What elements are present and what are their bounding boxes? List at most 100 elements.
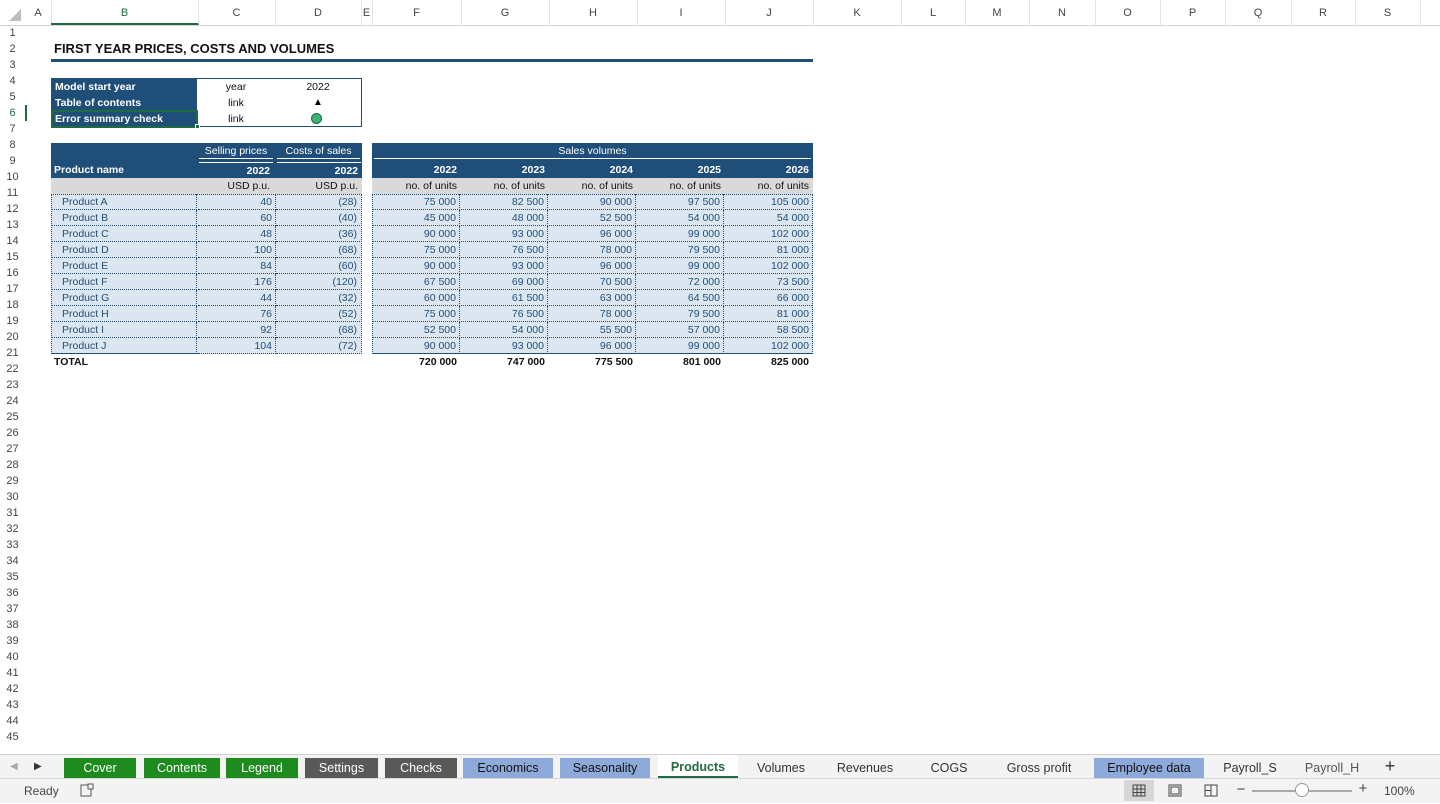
sheet-tab-payroll-h[interactable]: Payroll_H: [1292, 758, 1372, 778]
scroll-tabs-left-icon[interactable]: ◀: [10, 759, 24, 775]
cost-of-sales-cell[interactable]: (32): [276, 290, 360, 306]
sales-volume-cell[interactable]: 79 500: [637, 242, 724, 258]
selling-price-cell[interactable]: 84: [198, 258, 276, 274]
sales-volume-cell[interactable]: 96 000: [549, 226, 636, 242]
row-header-31[interactable]: 31: [0, 505, 25, 521]
product-name-cell[interactable]: Product I: [52, 322, 197, 338]
sheet-tab-settings[interactable]: Settings: [305, 758, 378, 778]
sales-volume-cell[interactable]: 102 000: [725, 258, 812, 274]
sales-volume-cell[interactable]: 69 000: [461, 274, 548, 290]
zoom-slider-thumb[interactable]: [1295, 783, 1309, 797]
sales-volume-cell[interactable]: 96 000: [549, 258, 636, 274]
selling-price-cell[interactable]: 92: [198, 322, 276, 338]
selling-price-cell[interactable]: 104: [198, 338, 276, 354]
row-header-7[interactable]: 7: [0, 121, 25, 137]
sheet-tab-contents[interactable]: Contents: [144, 758, 220, 778]
cost-of-sales-cell[interactable]: (36): [276, 226, 360, 242]
row-header-26[interactable]: 26: [0, 425, 25, 441]
product-name-cell[interactable]: Product E: [52, 258, 197, 274]
column-header-b[interactable]: B: [51, 0, 199, 25]
product-name-cell[interactable]: Product B: [52, 210, 197, 226]
row-header-6[interactable]: 6: [0, 105, 27, 121]
sales-volume-cell[interactable]: 63 000: [549, 290, 636, 306]
sales-volume-cell[interactable]: 96 000: [549, 338, 636, 354]
product-name-cell[interactable]: Product C: [52, 226, 197, 242]
row-header-2[interactable]: 2: [0, 41, 25, 57]
cost-of-sales-cell[interactable]: (60): [276, 258, 360, 274]
selling-price-cell[interactable]: 100: [198, 242, 276, 258]
sales-volume-cell[interactable]: 54 000: [725, 210, 812, 226]
sales-volume-cell[interactable]: 90 000: [373, 258, 460, 274]
column-header-a[interactable]: A: [25, 0, 52, 25]
sales-volume-cell[interactable]: 66 000: [725, 290, 812, 306]
column-header-q[interactable]: Q: [1225, 0, 1292, 25]
sales-volume-cell[interactable]: 81 000: [725, 242, 812, 258]
row-header-12[interactable]: 12: [0, 201, 25, 217]
selling-price-cell[interactable]: 60: [198, 210, 276, 226]
sheet-tab-products[interactable]: Products: [658, 755, 738, 778]
sheet-tab-seasonality[interactable]: Seasonality: [560, 758, 650, 778]
sheet-tab-employee-data[interactable]: Employee data: [1094, 758, 1204, 778]
row-header-41[interactable]: 41: [0, 665, 25, 681]
sheet-tab-economics[interactable]: Economics: [463, 758, 553, 778]
sales-volume-cell[interactable]: 73 500: [725, 274, 812, 290]
sales-volume-cell[interactable]: 75 000: [373, 242, 460, 258]
sales-volume-cell[interactable]: 99 000: [637, 258, 724, 274]
selling-price-cell[interactable]: 44: [198, 290, 276, 306]
selling-price-cell[interactable]: 76: [198, 306, 276, 322]
sheet-tab-gross-profit[interactable]: Gross profit: [988, 758, 1090, 778]
row-header-21[interactable]: 21: [0, 345, 25, 361]
sales-volume-cell[interactable]: 55 500: [549, 322, 636, 338]
row-header-30[interactable]: 30: [0, 489, 25, 505]
product-name-cell[interactable]: Product A: [52, 194, 197, 210]
sales-volume-cell[interactable]: 93 000: [461, 338, 548, 354]
row-header-3[interactable]: 3: [0, 57, 25, 73]
row-header-9[interactable]: 9: [0, 153, 25, 169]
sales-volume-cell[interactable]: 90 000: [549, 194, 636, 210]
column-header-s[interactable]: S: [1355, 0, 1421, 25]
sales-volume-cell[interactable]: 60 000: [373, 290, 460, 306]
sales-volume-cell[interactable]: 82 500: [461, 194, 548, 210]
row-header-4[interactable]: 4: [0, 73, 25, 89]
column-header-p[interactable]: P: [1160, 0, 1226, 25]
page-break-view-icon[interactable]: [1196, 780, 1226, 801]
scroll-tabs-right-icon[interactable]: ▶: [34, 759, 48, 775]
row-header-10[interactable]: 10: [0, 169, 25, 185]
selling-price-cell[interactable]: 48: [198, 226, 276, 242]
row-header-5[interactable]: 5: [0, 89, 25, 105]
sheet-tab-payroll-s[interactable]: Payroll_S: [1206, 758, 1294, 778]
sales-volume-cell[interactable]: 93 000: [461, 226, 548, 242]
row-header-33[interactable]: 33: [0, 537, 25, 553]
sales-volume-cell[interactable]: 75 000: [373, 194, 460, 210]
column-header-o[interactable]: O: [1095, 0, 1161, 25]
cost-of-sales-cell[interactable]: (120): [276, 274, 360, 290]
sales-volume-cell[interactable]: 105 000: [725, 194, 812, 210]
sales-volume-cell[interactable]: 93 000: [461, 258, 548, 274]
row-header-32[interactable]: 32: [0, 521, 25, 537]
selling-price-cell[interactable]: 176: [198, 274, 276, 290]
row-header-44[interactable]: 44: [0, 713, 25, 729]
row-header-20[interactable]: 20: [0, 329, 25, 345]
product-name-cell[interactable]: Product H: [52, 306, 197, 322]
selling-price-cell[interactable]: 40: [198, 194, 276, 210]
sales-volume-cell[interactable]: 102 000: [725, 338, 812, 354]
row-header-13[interactable]: 13: [0, 217, 25, 233]
product-name-cell[interactable]: Product D: [52, 242, 197, 258]
sheet-tab-legend[interactable]: Legend: [226, 758, 298, 778]
macro-record-icon[interactable]: [80, 783, 94, 797]
select-all-corner[interactable]: [0, 0, 24, 24]
sales-volume-cell[interactable]: 61 500: [461, 290, 548, 306]
row-header-8[interactable]: 8: [0, 137, 25, 153]
sales-volume-cell[interactable]: 70 500: [549, 274, 636, 290]
product-name-cell[interactable]: Product F: [52, 274, 197, 290]
row-header-28[interactable]: 28: [0, 457, 25, 473]
row-header-23[interactable]: 23: [0, 377, 25, 393]
sheet-tab-volumes[interactable]: Volumes: [743, 758, 819, 778]
page-layout-view-icon[interactable]: [1160, 780, 1190, 801]
sales-volume-cell[interactable]: 78 000: [549, 306, 636, 322]
row-header-38[interactable]: 38: [0, 617, 25, 633]
sales-volume-cell[interactable]: 54 000: [461, 322, 548, 338]
row-header-18[interactable]: 18: [0, 297, 25, 313]
row-header-34[interactable]: 34: [0, 553, 25, 569]
column-header-l[interactable]: L: [901, 0, 966, 25]
